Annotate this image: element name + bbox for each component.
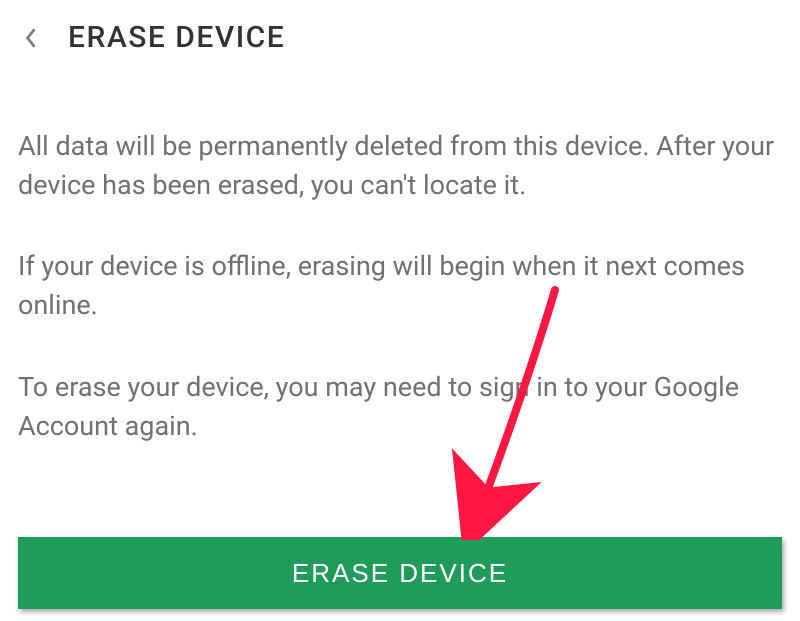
warning-paragraph-3: To erase your device, you may need to si… [18, 368, 782, 446]
back-icon[interactable] [18, 25, 44, 51]
page-title: ERASE DEVICE [68, 20, 285, 55]
warning-paragraph-1: All data will be permanently deleted fro… [18, 127, 782, 205]
header: ERASE DEVICE [0, 0, 800, 75]
erase-device-button[interactable]: ERASE DEVICE [18, 537, 782, 609]
warning-paragraph-2: If your device is offline, erasing will … [18, 247, 782, 325]
content: All data will be permanently deleted fro… [0, 75, 800, 446]
erase-device-button-label: ERASE DEVICE [292, 558, 508, 589]
